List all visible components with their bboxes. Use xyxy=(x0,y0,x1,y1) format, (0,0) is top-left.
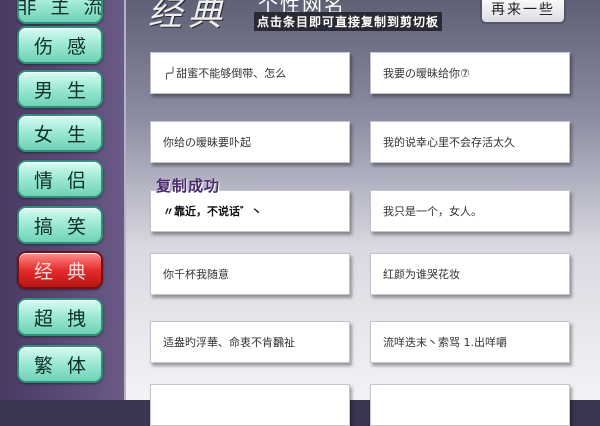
copy-success-badge: 复制成功 xyxy=(156,177,221,195)
nickname-card[interactable] xyxy=(150,384,350,426)
category-girls-button[interactable]: 女生 xyxy=(17,114,103,152)
category-classic-button[interactable]: 经典 xyxy=(17,251,103,289)
category-couples-button[interactable]: 情侣 xyxy=(17,160,103,198)
main-panel: 经典 个性网名 点击条目即可直接复制到剪切板 再来一些 ╭╯甜蜜不能够倒带、怎么… xyxy=(126,0,600,426)
nickname-card[interactable]: 红颜为谁哭花妆 xyxy=(370,253,570,295)
nickname-card[interactable]: 你千杯我随意 xyxy=(150,253,350,295)
nickname-card[interactable]: 适盎旳浮華、命衷不肯飜祉 xyxy=(150,321,350,363)
category-sidebar: 非主流 伤感 男生 女生 情侣 搞笑 经典 超拽 繁体 xyxy=(0,0,126,400)
category-traditional-button[interactable]: 繁体 xyxy=(17,345,103,383)
category-non-mainstream-button[interactable]: 非主流 xyxy=(17,0,103,24)
category-funny-button[interactable]: 搞笑 xyxy=(17,206,103,244)
refresh-button[interactable]: 再来一些 xyxy=(480,0,566,24)
nickname-card[interactable]: 〃靠近，不说话゛丶 xyxy=(150,190,350,232)
nickname-card[interactable]: 我的说幸心里不会存活太久 xyxy=(370,121,570,163)
nickname-card[interactable]: ╭╯甜蜜不能够倒带、怎么 xyxy=(150,52,350,94)
category-boys-button[interactable]: 男生 xyxy=(17,70,103,108)
nickname-card[interactable]: 流咩迭末丶索骂 1.出咩嚼 xyxy=(370,321,570,363)
category-title: 经典 xyxy=(148,0,228,34)
nickname-card[interactable]: 我要の暧昧给你⑦ xyxy=(370,52,570,94)
category-cool-button[interactable]: 超拽 xyxy=(17,298,103,336)
category-sad-button[interactable]: 伤感 xyxy=(17,26,103,64)
copy-hint: 点击条目即可直接复制到剪切板 xyxy=(254,12,443,31)
nickname-card[interactable]: 我只是一个，女人。 xyxy=(370,190,570,232)
nickname-card[interactable]: 你给の暧昧要卟起 xyxy=(150,121,350,163)
nickname-card[interactable] xyxy=(370,384,570,426)
